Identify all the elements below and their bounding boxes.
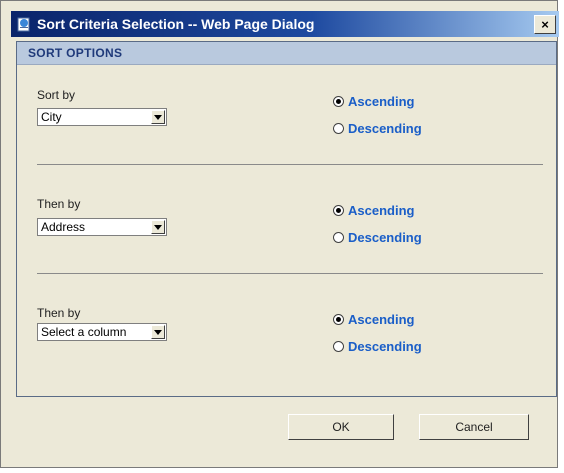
then-by-label-2: Then by <box>37 306 81 320</box>
sort-options-panel: SORT OPTIONS Sort by City Ascending Desc… <box>16 41 557 397</box>
section-divider <box>37 164 543 165</box>
then-by-2-ascending-radio[interactable]: Ascending <box>333 312 414 327</box>
browser-page-icon <box>15 15 33 33</box>
dialog-window: Sort Criteria Selection -- Web Page Dial… <box>0 0 559 468</box>
then-by-select-2[interactable]: Select a column <box>37 323 167 341</box>
radio-checked-icon[interactable] <box>333 205 344 216</box>
radio-checked-icon[interactable] <box>333 314 344 325</box>
cancel-button[interactable]: Cancel <box>419 414 529 440</box>
sort-by-label: Sort by <box>37 88 76 102</box>
radio-unchecked-icon[interactable] <box>333 232 344 243</box>
ascending-label: Ascending <box>348 312 415 327</box>
chevron-down-icon[interactable] <box>151 325 165 339</box>
then-by-label-1: Then by <box>37 197 81 211</box>
close-button[interactable]: × <box>534 14 556 34</box>
then-by-select-1[interactable]: Address <box>37 218 167 236</box>
close-icon: × <box>541 16 549 32</box>
panel-header: SORT OPTIONS <box>17 42 556 65</box>
sort-by-selected-value: City <box>41 110 62 124</box>
then-by-2-descending-radio[interactable]: Descending <box>333 339 422 354</box>
radio-checked-icon[interactable] <box>333 96 344 107</box>
window-title: Sort Criteria Selection -- Web Page Dial… <box>37 16 315 32</box>
title-bar[interactable]: Sort Criteria Selection -- Web Page Dial… <box>11 11 559 37</box>
then-by-2-selected-value: Select a column <box>41 325 127 339</box>
descending-label: Descending <box>348 339 422 354</box>
sort-by-select[interactable]: City <box>37 108 167 126</box>
descending-label: Descending <box>348 121 422 136</box>
chevron-down-icon[interactable] <box>151 220 165 234</box>
then-by-1-descending-radio[interactable]: Descending <box>333 230 422 245</box>
section-divider <box>37 273 543 274</box>
ok-button[interactable]: OK <box>288 414 394 440</box>
radio-unchecked-icon[interactable] <box>333 341 344 352</box>
panel-header-title: SORT OPTIONS <box>28 46 123 60</box>
descending-label: Descending <box>348 230 422 245</box>
ascending-label: Ascending <box>348 203 415 218</box>
radio-unchecked-icon[interactable] <box>333 123 344 134</box>
then-by-1-ascending-radio[interactable]: Ascending <box>333 203 414 218</box>
ascending-label: Ascending <box>348 94 415 109</box>
sort-by-descending-radio[interactable]: Descending <box>333 121 422 136</box>
sort-by-ascending-radio[interactable]: Ascending <box>333 94 414 109</box>
chevron-down-icon[interactable] <box>151 110 165 124</box>
then-by-1-selected-value: Address <box>41 220 86 234</box>
